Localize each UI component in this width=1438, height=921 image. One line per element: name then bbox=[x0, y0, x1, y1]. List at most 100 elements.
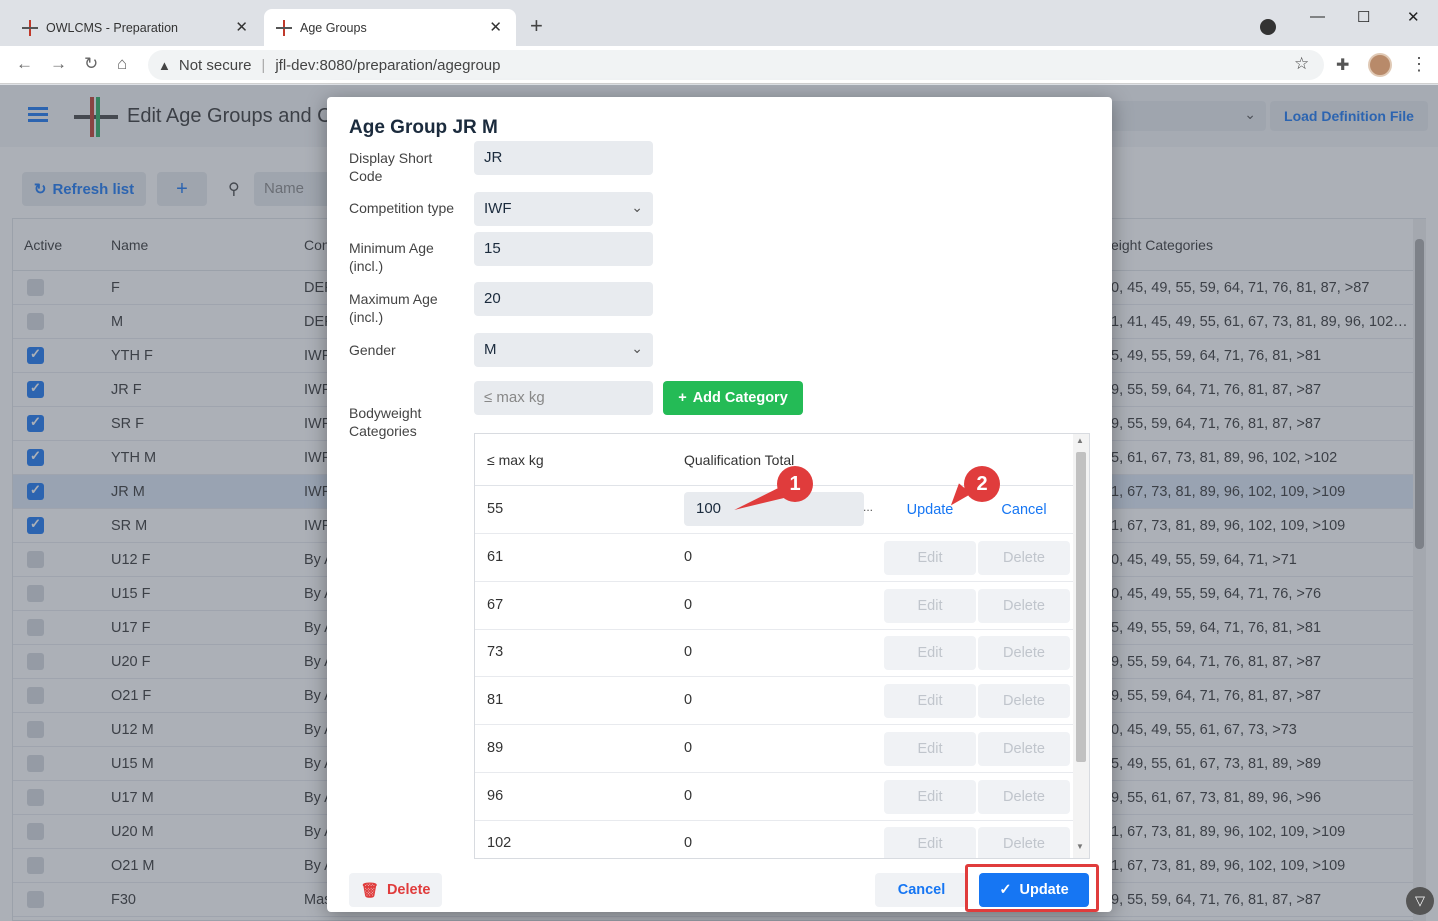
url-text[interactable]: jfl-dev:8080/preparation/agegroup bbox=[275, 57, 500, 74]
close-tab-icon[interactable]: ✕ bbox=[235, 18, 248, 36]
ellipsis: ... bbox=[863, 500, 874, 514]
bookmark-star-icon[interactable]: ☆ bbox=[1294, 54, 1309, 74]
delete-button[interactable]: 🗑 Delete bbox=[349, 873, 442, 907]
add-category-label: Add Category bbox=[692, 390, 788, 406]
category-row: 96 0 Edit Delete bbox=[475, 773, 1073, 821]
owlcms-favicon-icon bbox=[22, 19, 38, 36]
edit-button[interactable]: Edit bbox=[884, 731, 976, 766]
tab-search-icon[interactable] bbox=[1260, 19, 1276, 35]
category-kg: 96 bbox=[487, 787, 504, 804]
tab-title: Age Groups bbox=[300, 20, 367, 35]
category-qual-total: 0 bbox=[684, 596, 693, 613]
extensions-icon[interactable]: ✚ bbox=[1336, 55, 1349, 75]
edit-button[interactable]: Edit bbox=[884, 779, 976, 814]
edit-button[interactable]: Edit bbox=[884, 636, 976, 671]
back-icon[interactable]: ← bbox=[16, 54, 33, 74]
delete-row-button[interactable]: Delete bbox=[978, 541, 1070, 575]
min-age-label: Minimum Age (incl.) bbox=[349, 240, 434, 274]
category-qual-total: 0 bbox=[684, 692, 693, 709]
category-kg: 102 bbox=[487, 835, 512, 852]
category-kg: 55 bbox=[487, 501, 504, 517]
edit-button[interactable]: Edit bbox=[884, 588, 976, 623]
col-qualification-total: Qualification Total bbox=[684, 452, 795, 468]
category-row: 73 0 Edit Delete bbox=[475, 629, 1073, 678]
max-age-field[interactable]: 20 bbox=[474, 282, 653, 316]
scroll-down-icon[interactable]: ▼ bbox=[1076, 842, 1084, 851]
profile-avatar[interactable] bbox=[1368, 53, 1392, 77]
minimize-icon[interactable]: — bbox=[1310, 8, 1325, 25]
delete-label: Delete bbox=[386, 882, 431, 898]
chevron-down-icon: ⌄ bbox=[631, 340, 643, 356]
owlcms-favicon-icon bbox=[276, 19, 292, 36]
category-kg: 67 bbox=[487, 596, 504, 613]
scroll-up-icon[interactable]: ▲ bbox=[1076, 436, 1084, 445]
close-tab-icon[interactable]: ✕ bbox=[489, 18, 502, 36]
category-kg: 81 bbox=[487, 692, 504, 709]
bw-categories-label: Bodyweight Categories bbox=[349, 405, 422, 439]
gender-select[interactable]: M ⌄ bbox=[474, 333, 653, 367]
address-bar: ← → ↻ ⌂ ▲ Not secure | jfl-dev:8080/prep… bbox=[0, 46, 1438, 84]
trash-icon: 🗑 bbox=[360, 882, 379, 899]
category-row: 89 0 Edit Delete bbox=[475, 725, 1073, 773]
plus-icon: + bbox=[678, 390, 687, 406]
maximize-icon[interactable]: ☐ bbox=[1357, 8, 1370, 26]
competition-type-select[interactable]: IWF ⌄ bbox=[474, 192, 653, 226]
max-age-label: Maximum Age (incl.) bbox=[349, 291, 438, 325]
category-qual-total: 0 bbox=[684, 549, 693, 565]
vaadin-dev-icon[interactable]: ▽ bbox=[1406, 887, 1434, 915]
browser-menu-icon[interactable]: ⋮ bbox=[1410, 54, 1428, 75]
security-label[interactable]: Not secure bbox=[179, 57, 252, 74]
category-row: 102 0 Edit Delete bbox=[475, 820, 1073, 858]
category-row: 81 0 Edit Delete bbox=[475, 677, 1073, 726]
delete-row-button[interactable]: Delete bbox=[978, 684, 1070, 719]
category-qual-total: 0 bbox=[684, 835, 693, 852]
scrollbar-thumb[interactable] bbox=[1076, 452, 1086, 762]
update-button[interactable]: ✓ Update bbox=[979, 873, 1089, 907]
age-group-dialog: Age Group JR M Display Short Code JR Com… bbox=[327, 97, 1112, 912]
edit-button[interactable]: Edit bbox=[884, 827, 976, 858]
gender-value: M bbox=[484, 341, 497, 358]
reload-icon[interactable]: ↻ bbox=[84, 54, 98, 74]
new-tab-button[interactable]: + bbox=[530, 13, 543, 39]
tab-title: OWLCMS - Preparation bbox=[46, 20, 178, 35]
edit-button[interactable]: Edit bbox=[884, 684, 976, 719]
new-category-input[interactable]: ≤ max kg bbox=[474, 381, 653, 415]
annotation-marker-2: 2 bbox=[964, 466, 1000, 502]
category-kg: 61 bbox=[487, 549, 504, 565]
category-kg: 89 bbox=[487, 739, 504, 756]
browser-tab-age-groups[interactable]: Age Groups ✕ bbox=[264, 9, 516, 46]
delete-row-button[interactable]: Delete bbox=[978, 731, 1070, 766]
category-qual-total: 0 bbox=[684, 787, 693, 804]
delete-row-button[interactable]: Delete bbox=[978, 779, 1070, 814]
category-kg: 73 bbox=[487, 644, 504, 661]
short-code-field[interactable]: JR bbox=[474, 141, 653, 175]
browser-tab-bar: OWLCMS - Preparation ✕ Age Groups ✕ + — … bbox=[0, 0, 1438, 46]
forward-icon[interactable]: → bbox=[50, 54, 67, 74]
category-qual-total: 0 bbox=[684, 739, 693, 756]
delete-row-button[interactable]: Delete bbox=[978, 636, 1070, 671]
home-icon[interactable]: ⌂ bbox=[117, 54, 127, 74]
category-row: 61 0 Edit Delete bbox=[475, 534, 1073, 582]
short-code-label: Display Short Code bbox=[349, 150, 433, 184]
edit-button[interactable]: Edit bbox=[884, 541, 976, 575]
delete-row-button[interactable]: Delete bbox=[978, 827, 1070, 858]
category-scrollbar[interactable]: ▲ ▼ bbox=[1073, 434, 1089, 858]
browser-tab-preparation[interactable]: OWLCMS - Preparation ✕ bbox=[10, 9, 262, 46]
check-icon: ✓ bbox=[999, 882, 1012, 898]
category-row: 67 0 Edit Delete bbox=[475, 582, 1073, 630]
col-max-kg: ≤ max kg bbox=[487, 452, 544, 468]
annotation-marker-1: 1 bbox=[777, 466, 813, 502]
min-age-field[interactable]: 15 bbox=[474, 232, 653, 266]
cancel-button[interactable]: Cancel bbox=[875, 873, 968, 907]
close-window-icon[interactable]: ✕ bbox=[1407, 8, 1420, 26]
warning-icon[interactable]: ▲ bbox=[158, 58, 171, 73]
category-qual-total: 0 bbox=[684, 644, 693, 661]
competition-type-value: IWF bbox=[484, 200, 512, 217]
delete-row-button[interactable]: Delete bbox=[978, 588, 1070, 623]
dialog-title: Age Group JR M bbox=[349, 117, 498, 138]
url-field[interactable]: ▲ Not secure | jfl-dev:8080/preparation/… bbox=[148, 50, 1324, 80]
add-category-button[interactable]: + Add Category bbox=[663, 381, 803, 415]
separator: | bbox=[261, 56, 266, 74]
gender-label: Gender bbox=[349, 342, 396, 358]
chevron-down-icon: ⌄ bbox=[631, 199, 643, 215]
